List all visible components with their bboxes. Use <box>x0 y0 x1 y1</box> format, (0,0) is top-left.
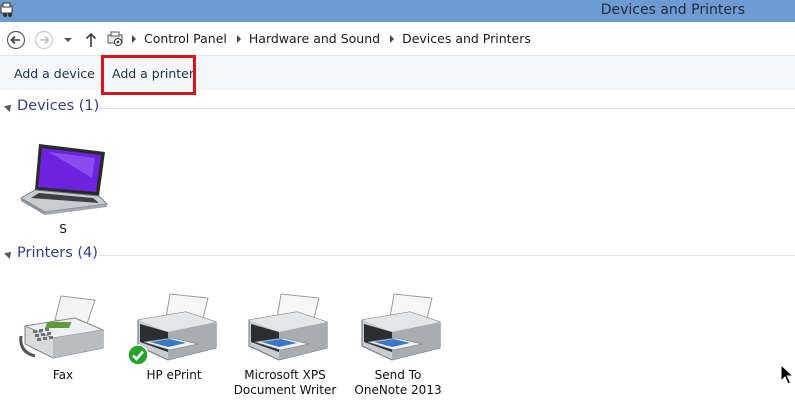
devices-printers-icon[interactable] <box>0 2 14 18</box>
devices-group-title: Devices (1) <box>17 98 100 114</box>
printer-label-line2: Document Writer <box>233 383 337 397</box>
address-bar: Control Panel Hardware and Sound Devices… <box>0 22 795 56</box>
printer-item-fax[interactable]: Fax <box>8 290 118 383</box>
control-panel-icon <box>107 31 123 46</box>
printer-item-hp-eprint[interactable]: HP ePrint <box>119 290 229 383</box>
device-label: S <box>59 222 67 236</box>
printer-label: HP ePrint <box>146 368 202 382</box>
forward-arrow-icon[interactable] <box>34 30 54 50</box>
title-bar: Devices and Printers <box>0 0 795 22</box>
back-arrow-icon[interactable] <box>6 30 26 50</box>
printer-label-line1: Microsoft XPS <box>244 368 326 382</box>
printer-item-send-to-onenote[interactable]: Send To OneNote 2013 <box>343 290 453 398</box>
printer-item-microsoft-xps[interactable]: Microsoft XPS Document Writer <box>230 290 340 398</box>
mouse-cursor-icon <box>780 364 794 385</box>
group-divider <box>98 255 795 256</box>
breadcrumb: Control Panel Hardware and Sound Devices… <box>128 31 531 46</box>
printers-group-title: Printers (4) <box>17 245 98 261</box>
group-divider <box>98 108 795 109</box>
chevron-down-icon[interactable] <box>63 35 73 45</box>
laptop-icon <box>20 144 109 215</box>
breadcrumb-devices-and-printers[interactable]: Devices and Printers <box>402 31 531 46</box>
device-item-s[interactable]: S <box>8 138 118 237</box>
window-title: Devices and Printers <box>600 2 745 18</box>
printer-label: Fax <box>52 368 74 382</box>
printer-icon <box>361 293 441 361</box>
add-printer-highlight <box>101 55 196 95</box>
breadcrumb-separator-icon[interactable] <box>390 34 395 43</box>
fax-icon <box>19 295 105 359</box>
devices-group-header[interactable]: Devices (1) <box>0 98 795 118</box>
printers-group-header[interactable]: Printers (4) <box>0 245 795 265</box>
breadcrumb-control-panel[interactable]: Control Panel <box>144 31 227 46</box>
printer-icon <box>248 293 328 361</box>
printer-label-line2: OneNote 2013 <box>354 383 442 397</box>
default-check-icon <box>127 344 149 366</box>
up-arrow-icon[interactable] <box>83 30 99 50</box>
breadcrumb-separator-icon[interactable] <box>132 34 136 43</box>
breadcrumb-separator-icon[interactable] <box>236 34 241 43</box>
breadcrumb-hardware-and-sound[interactable]: Hardware and Sound <box>249 31 380 46</box>
add-device-button[interactable]: Add a device <box>14 66 95 81</box>
printer-label-line1: Send To <box>374 368 422 382</box>
collapse-arrow-icon[interactable] <box>4 249 14 259</box>
collapse-arrow-icon[interactable] <box>4 102 14 112</box>
